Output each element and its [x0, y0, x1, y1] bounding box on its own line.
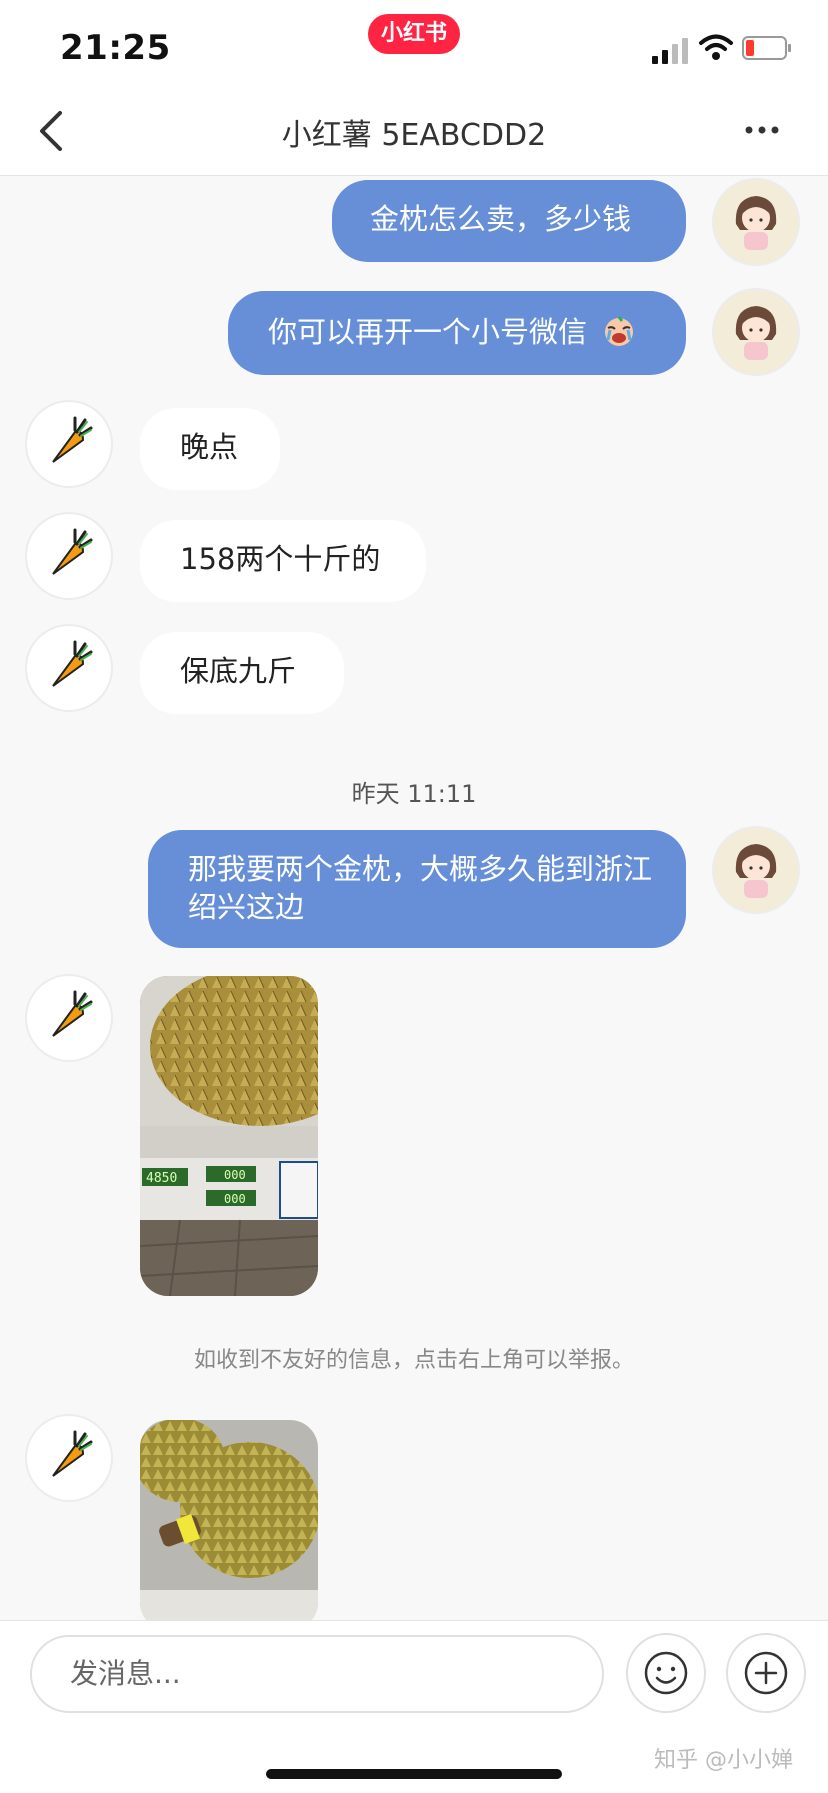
- message-bubble[interactable]: 那我要两个金枕，大概多久能到浙江绍兴这边: [148, 830, 686, 948]
- message-input[interactable]: 发消息...: [30, 1635, 604, 1713]
- wifi-icon: [699, 34, 733, 60]
- durian-on-scale-photo: 4850 000 000: [140, 976, 318, 1296]
- message-text: 你可以再开一个小号微信: [268, 315, 588, 349]
- carrot-icon: [52, 990, 93, 1037]
- my-avatar[interactable]: [714, 290, 798, 374]
- carrot-icon: [52, 1430, 93, 1477]
- plus-circle-icon: [744, 1651, 788, 1695]
- girl-avatar-icon: [714, 828, 798, 912]
- crying-face-emoji: [605, 316, 634, 346]
- chat-header: 小红薯 5EABCDD2: [0, 90, 828, 176]
- status-bar: 21:25 小红书: [0, 0, 828, 90]
- message-bubble[interactable]: 你可以再开一个小号微信: [228, 291, 686, 375]
- smiley-icon: [644, 1651, 688, 1695]
- scale-reading: 000: [224, 1168, 246, 1182]
- emoji-button[interactable]: [626, 1633, 706, 1713]
- girl-avatar-icon: [714, 180, 798, 264]
- carrot-icon: [52, 528, 93, 575]
- watermark: 知乎 @小小婵: [654, 1748, 793, 1773]
- chat-title: 小红薯 5EABCDD2: [281, 118, 547, 153]
- girl-avatar-icon: [714, 290, 798, 374]
- scale-reading: 000: [224, 1192, 246, 1206]
- my-avatar[interactable]: [714, 828, 798, 912]
- contact-avatar[interactable]: [27, 1416, 111, 1500]
- message-bubble[interactable]: 保底九斤: [140, 632, 344, 714]
- image-message[interactable]: [140, 1420, 318, 1620]
- message-list[interactable]: 金枕怎么卖，多少钱 你可以再开一个小号微信 晚点 158两个十斤的 保底九斤 昨…: [0, 176, 828, 1620]
- battery-icon: [742, 36, 791, 60]
- my-avatar[interactable]: [714, 180, 798, 264]
- contact-avatar[interactable]: [27, 626, 111, 710]
- scale-reading: 4850: [146, 1171, 177, 1186]
- message-bubble[interactable]: 158两个十斤的: [140, 520, 426, 602]
- composer-bar: 发消息... 知乎 @小小婵: [0, 1620, 828, 1793]
- carrot-icon: [52, 640, 93, 687]
- contact-avatar[interactable]: [27, 402, 111, 486]
- safety-notice: 如收到不友好的信息，点击右上角可以举报。: [193, 1348, 634, 1373]
- message-bubble[interactable]: 金枕怎么卖，多少钱: [332, 180, 686, 262]
- contact-avatar[interactable]: [27, 514, 111, 598]
- app-logo-badge: 小红书: [368, 14, 460, 54]
- carrot-icon: [52, 416, 93, 463]
- home-indicator[interactable]: [266, 1769, 562, 1779]
- add-attachment-button[interactable]: [726, 1633, 806, 1713]
- image-message[interactable]: 4850 000 000: [140, 976, 318, 1296]
- timestamp: 昨天 11:11: [351, 780, 477, 808]
- contact-avatar[interactable]: [27, 976, 111, 1060]
- durian-photo: [140, 1420, 318, 1620]
- ellipsis-icon[interactable]: [742, 110, 782, 150]
- clock: 21:25: [60, 28, 171, 68]
- message-bubble[interactable]: 晚点: [140, 408, 280, 490]
- signal-icon: [652, 38, 688, 64]
